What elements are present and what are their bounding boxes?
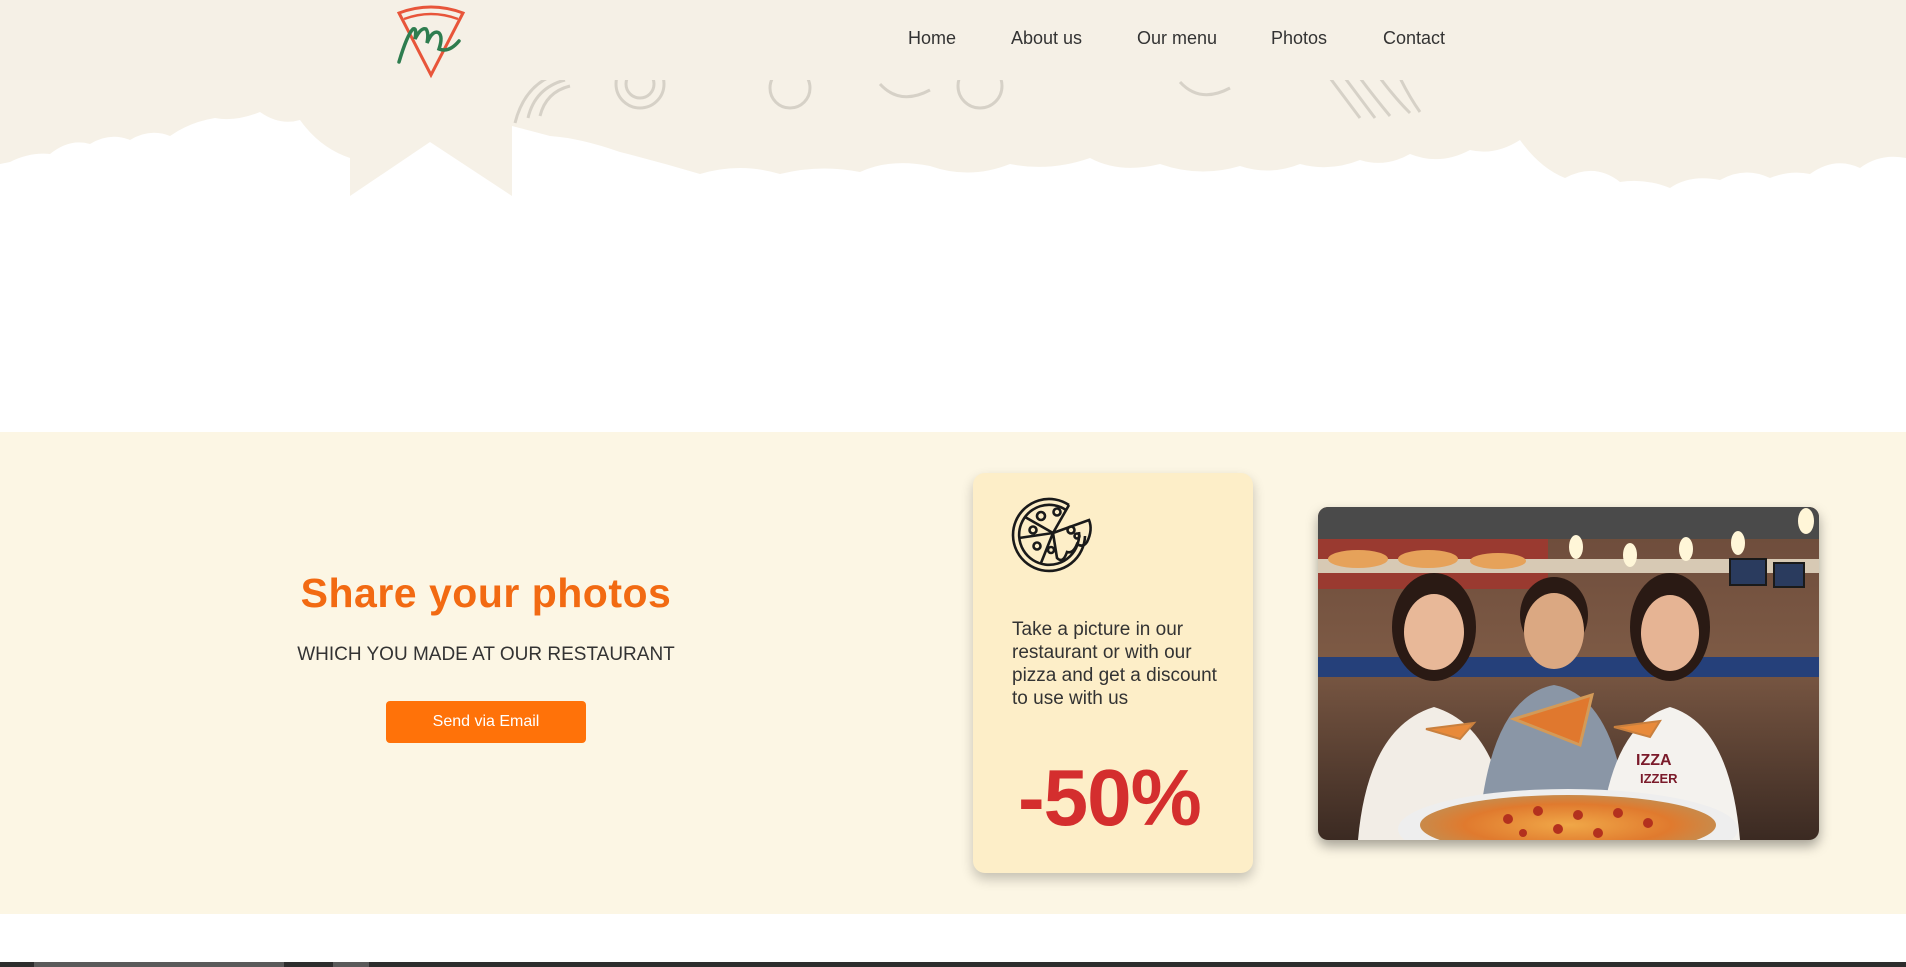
nav-about-us[interactable]: About us [1011, 28, 1082, 49]
nav-home[interactable]: Home [908, 28, 956, 49]
pizza-icon [1011, 492, 1095, 574]
bottom-bar [0, 962, 1906, 967]
bottom-bar-segment [333, 962, 369, 967]
nav-photos[interactable]: Photos [1271, 28, 1327, 49]
discount-promo-card: Take a picture in our restaurant or with… [973, 473, 1253, 873]
send-via-email-button[interactable]: Send via Email [386, 701, 586, 743]
bottom-bar-segment [34, 962, 284, 967]
share-subtitle: WHICH YOU MADE AT OUR RESTAURANT [297, 644, 675, 665]
discount-value: -50% [1018, 753, 1202, 842]
share-photos-section: Share your photos WHICH YOU MADE AT OUR … [0, 432, 1906, 914]
site-header: Home About us Our menu Photos Contact [0, 0, 1906, 80]
friends-eating-pizza-photo: IZZA IZZER [1318, 507, 1819, 840]
svg-text:IZZER: IZZER [1640, 771, 1678, 786]
share-title: Share your photos [300, 570, 672, 616]
svg-text:IZZA: IZZA [1636, 752, 1672, 769]
nav-contact[interactable]: Contact [1383, 28, 1445, 49]
nav-our-menu[interactable]: Our menu [1137, 28, 1217, 49]
hero-decoration [0, 58, 1906, 218]
main-nav: Home About us Our menu Photos Contact [0, 28, 1906, 52]
promo-text: Take a picture in our restaurant or with… [1012, 619, 1217, 709]
